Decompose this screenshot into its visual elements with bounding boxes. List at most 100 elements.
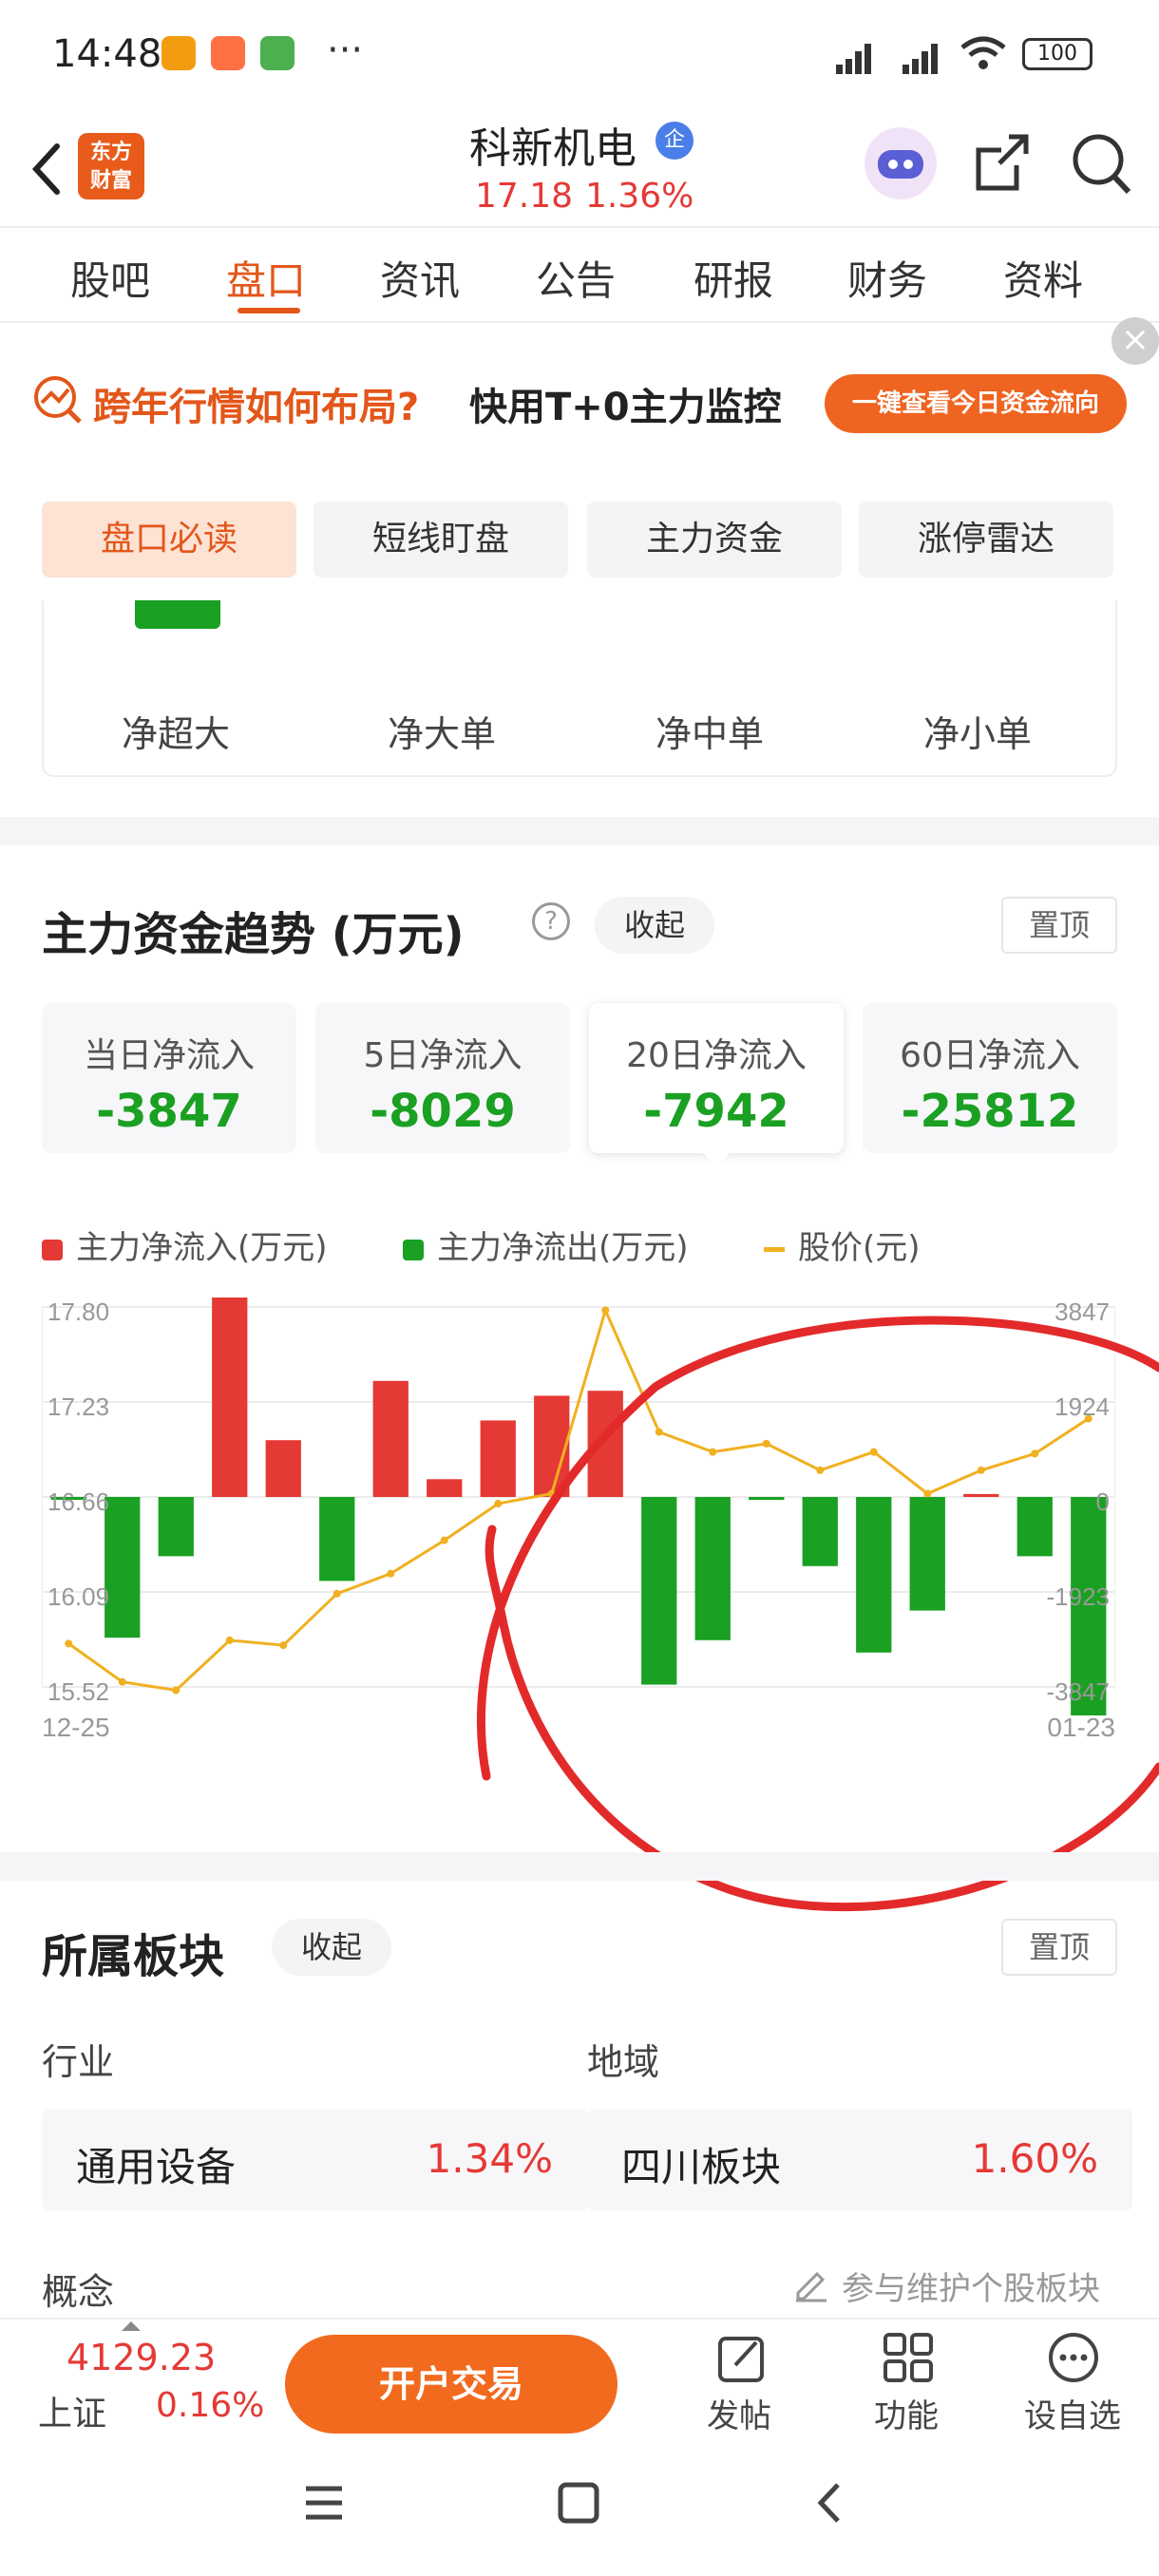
- tab-pankou[interactable]: 盘口: [226, 249, 306, 307]
- banner-headline: 跨年行情如何布局?: [93, 386, 420, 429]
- index-value[interactable]: 4129.23: [66, 2337, 216, 2378]
- home-nav-icon[interactable]: [555, 2479, 602, 2530]
- banner-close-icon[interactable]: ×: [1112, 317, 1159, 365]
- order-flow-bar: [135, 600, 220, 629]
- stat-day-net-inflow[interactable]: 当日净流入 -3847: [42, 1003, 296, 1153]
- left-tick-label: 15.52: [48, 1677, 109, 1706]
- industry-pct: 1.34%: [426, 2135, 553, 2182]
- notification-icon-3: [260, 36, 294, 70]
- price-point: [279, 1641, 288, 1650]
- legend-inflow: 主力净流入(万元): [42, 1222, 328, 1268]
- app-logo: 东方 财富: [78, 133, 144, 199]
- help-icon[interactable]: ?: [532, 902, 570, 940]
- stat-value: -7942: [643, 1085, 789, 1138]
- legend-price-swatch: [764, 1247, 785, 1252]
- legend-outflow-swatch: [403, 1239, 424, 1260]
- region-name: 四川板块: [621, 2144, 782, 2190]
- inflow-bar: [212, 1279, 248, 1497]
- inflow-bar: [372, 1380, 408, 1497]
- function-icon[interactable]: [882, 2331, 935, 2388]
- region-label: 地域: [587, 2041, 660, 2083]
- industry-name: 通用设备: [76, 2144, 237, 2190]
- tab-news[interactable]: 资讯: [380, 249, 460, 307]
- main-tabs: 股吧 盘口 资讯 公告 研报 财务 资料: [0, 226, 1159, 323]
- inflow-bar: [427, 1479, 463, 1497]
- price-point: [387, 1569, 395, 1578]
- promo-banner[interactable]: × 跨年行情如何布局? 快用T+0主力监控 一键查看今日资金流向: [0, 317, 1159, 477]
- subtab-must-read[interactable]: 盘口必读: [42, 502, 296, 578]
- maintain-sector-link[interactable]: 参与维护个股板块: [842, 2263, 1100, 2309]
- menu-nav-icon[interactable]: [300, 2479, 348, 2530]
- left-tick-label: 17.80: [48, 1297, 109, 1326]
- share-icon[interactable]: [969, 127, 1036, 203]
- order-type-super-large: 净超大: [122, 713, 231, 755]
- trend-pin-button[interactable]: 置顶: [1001, 897, 1117, 954]
- tab-announcements[interactable]: 公告: [536, 249, 616, 307]
- left-tick-label: 16.09: [48, 1582, 109, 1611]
- notification-icon-2: [211, 36, 245, 70]
- search-icon[interactable]: [1068, 125, 1134, 201]
- stat-value: -3847: [96, 1085, 242, 1138]
- banner-cta-button[interactable]: 一键查看今日资金流向: [825, 374, 1127, 433]
- trend-collapse-button[interactable]: 收起: [595, 897, 714, 954]
- edit-icon[interactable]: [792, 2264, 830, 2306]
- system-nav-bar: [0, 2441, 1159, 2576]
- subtab-short-term[interactable]: 短线盯盘: [314, 502, 568, 578]
- tab-research[interactable]: 研报: [694, 249, 773, 307]
- tab-guba[interactable]: 股吧: [70, 249, 150, 307]
- sector-collapse-button[interactable]: 收起: [272, 1919, 391, 1976]
- tab-finance[interactable]: 财务: [847, 249, 927, 307]
- section-divider-2: [0, 1852, 1159, 1881]
- region-card[interactable]: 四川板块 1.60%: [587, 2109, 1132, 2211]
- tab-profile[interactable]: 资料: [1003, 249, 1083, 307]
- watchlist-icon[interactable]: [1047, 2331, 1100, 2388]
- battery-level: 100: [1037, 42, 1077, 66]
- stat-5day-net-inflow[interactable]: 5日净流入 -8029: [315, 1003, 570, 1153]
- index-up-marker: [122, 2321, 141, 2331]
- battery-icon: 100: [1022, 38, 1092, 70]
- order-flow-card: 净超大 净大单 净中单 净小单: [42, 600, 1117, 777]
- stock-change-pct: 1.36%: [585, 177, 694, 216]
- outflow-bar: [158, 1497, 194, 1557]
- legend-inflow-swatch: [42, 1239, 63, 1260]
- banner-subline: 快用T+0主力监控: [469, 386, 782, 429]
- stat-value: -25812: [901, 1085, 1079, 1138]
- legend-inflow-label: 主力净流入(万元): [76, 1229, 328, 1267]
- post-label[interactable]: 发帖: [707, 2390, 771, 2436]
- legend-price-label: 股价(元): [798, 1229, 921, 1267]
- watchlist-label[interactable]: 设自选: [1024, 2390, 1121, 2436]
- trade-button[interactable]: 开户交易: [285, 2335, 618, 2434]
- post-icon[interactable]: [714, 2331, 768, 2388]
- stat-pointer: [701, 1151, 732, 1166]
- assistant-avatar[interactable]: [864, 127, 937, 199]
- stat-20day-net-inflow[interactable]: 20日净流入 -7942: [589, 1003, 844, 1153]
- price-point: [225, 1636, 234, 1644]
- industry-card[interactable]: 通用设备 1.34%: [42, 2109, 587, 2211]
- legend-outflow: 主力净流出(万元): [403, 1222, 689, 1268]
- order-type-medium: 净中单: [656, 713, 765, 755]
- stat-value: -8029: [370, 1085, 516, 1138]
- legend-price: 股价(元): [764, 1222, 921, 1268]
- back-icon[interactable]: [19, 131, 76, 207]
- more-dots-icon: ···: [327, 28, 364, 72]
- price-point: [440, 1536, 448, 1544]
- index-pct: 0.16%: [156, 2386, 265, 2425]
- trend-section-title: 主力资金趋势 (万元): [42, 908, 465, 961]
- annotation-circle: [476, 1316, 1159, 1912]
- back-nav-icon[interactable]: [808, 2479, 855, 2530]
- function-label[interactable]: 功能: [874, 2390, 939, 2436]
- subtab-main-funds[interactable]: 主力资金: [587, 502, 842, 578]
- stat-60day-net-inflow[interactable]: 60日净流入 -25812: [863, 1003, 1117, 1153]
- outflow-bar: [104, 1497, 141, 1638]
- subtab-limit-up-radar[interactable]: 涨停雷达: [859, 502, 1113, 578]
- order-type-large: 净大单: [388, 713, 497, 755]
- stat-label: 当日净流入: [83, 1036, 255, 1075]
- x-start-label: 12-25: [42, 1713, 110, 1742]
- notification-icon-1: [162, 36, 196, 70]
- price-point: [118, 1677, 126, 1686]
- price-point: [65, 1639, 73, 1648]
- stock-price: 17.18: [475, 177, 574, 216]
- order-type-small: 净小单: [923, 713, 1033, 755]
- sector-pin-button[interactable]: 置顶: [1001, 1919, 1117, 1976]
- sub-tabs: 盘口必读 短线盯盘 主力资金 涨停雷达: [0, 486, 1159, 600]
